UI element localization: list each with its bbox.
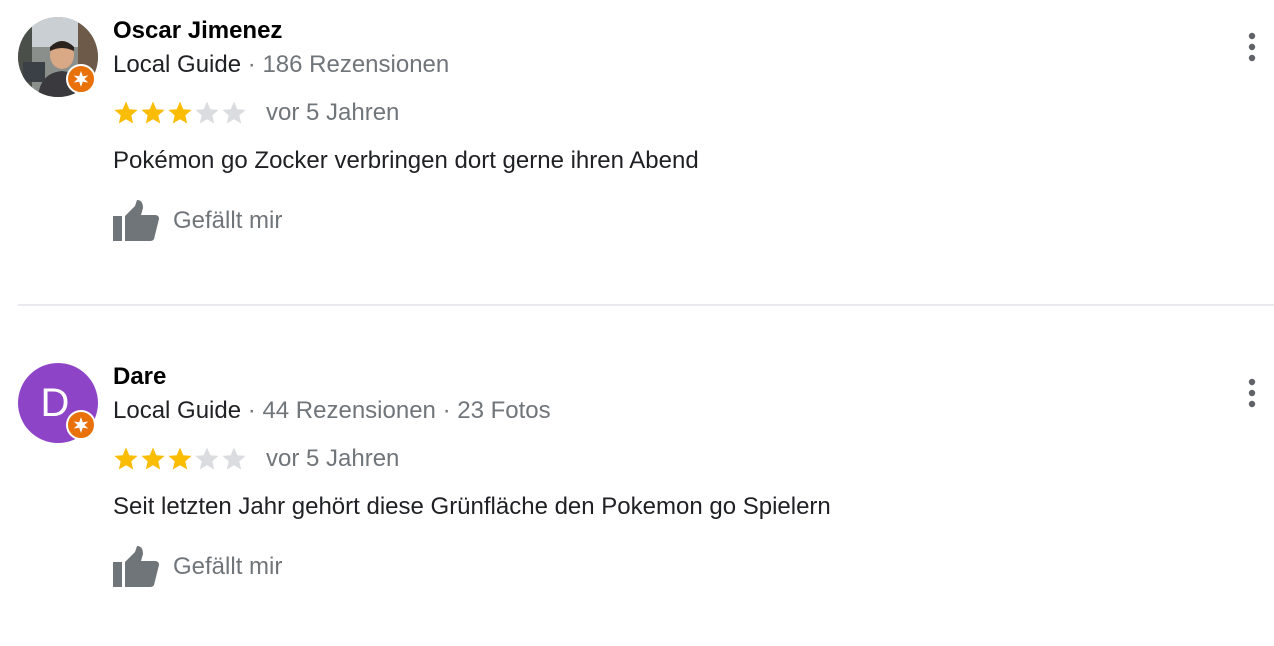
like-button[interactable]: Gefällt mir [113,546,282,588]
more-vert-icon [1248,32,1256,62]
like-label: Gefällt mir [173,553,283,580]
review-text: Pokémon go Zocker verbringen dort gerne … [113,147,699,174]
like-label: Gefällt mir [173,207,283,234]
star-filled-icon [114,101,138,124]
review-card: Oscar Jimenez Local Guide · 186 Rezensio… [0,0,1274,300]
star-empty-icon [222,447,246,470]
star-filled-icon [168,101,192,124]
star-empty-icon [195,447,219,470]
local-guide-label: Local Guide [113,397,242,424]
review-text: Seit letzten Jahr gehört diese Grünfläch… [113,493,831,520]
review-date: vor 5 Jahren [266,445,400,472]
review-count: 44 Rezensionen [262,397,436,424]
like-button[interactable]: Gefällt mir [113,200,282,242]
more-options-button[interactable] [1238,376,1266,410]
star-empty-icon [195,101,219,124]
meta-separator: · [247,51,256,78]
local-guide-badge-icon [66,64,96,94]
divider [18,304,1274,306]
meta-separator: · [247,397,256,424]
rating-row: vor 5 Jahren [113,444,399,474]
thumbs-up-icon [113,546,159,587]
more-options-button[interactable] [1238,30,1266,64]
local-guide-badge-icon [66,410,96,440]
author-meta: Local Guide · 44 Rezensionen · 23 Fotos [113,396,551,426]
review-count: 186 Rezensionen [262,51,450,78]
star-filled-icon [141,101,165,124]
star-filled-icon [141,447,165,470]
review-date: vor 5 Jahren [266,99,400,126]
star-rating [113,446,251,472]
author-name[interactable]: Oscar Jimenez [113,16,282,46]
star-rating [113,100,251,126]
thumbs-up-icon [113,200,159,241]
author-meta: Local Guide · 186 Rezensionen [113,50,449,80]
star-filled-icon [168,447,192,470]
meta-separator: · [442,397,451,424]
review-card: D Dare Local Guide · 44 Rezensionen · 23… [0,346,1274,646]
rating-row: vor 5 Jahren [113,98,399,128]
author-name[interactable]: Dare [113,362,166,392]
more-vert-icon [1248,378,1256,408]
star-empty-icon [222,101,246,124]
photo-count: 23 Fotos [457,397,551,424]
star-filled-icon [114,447,138,470]
local-guide-label: Local Guide [113,51,242,78]
